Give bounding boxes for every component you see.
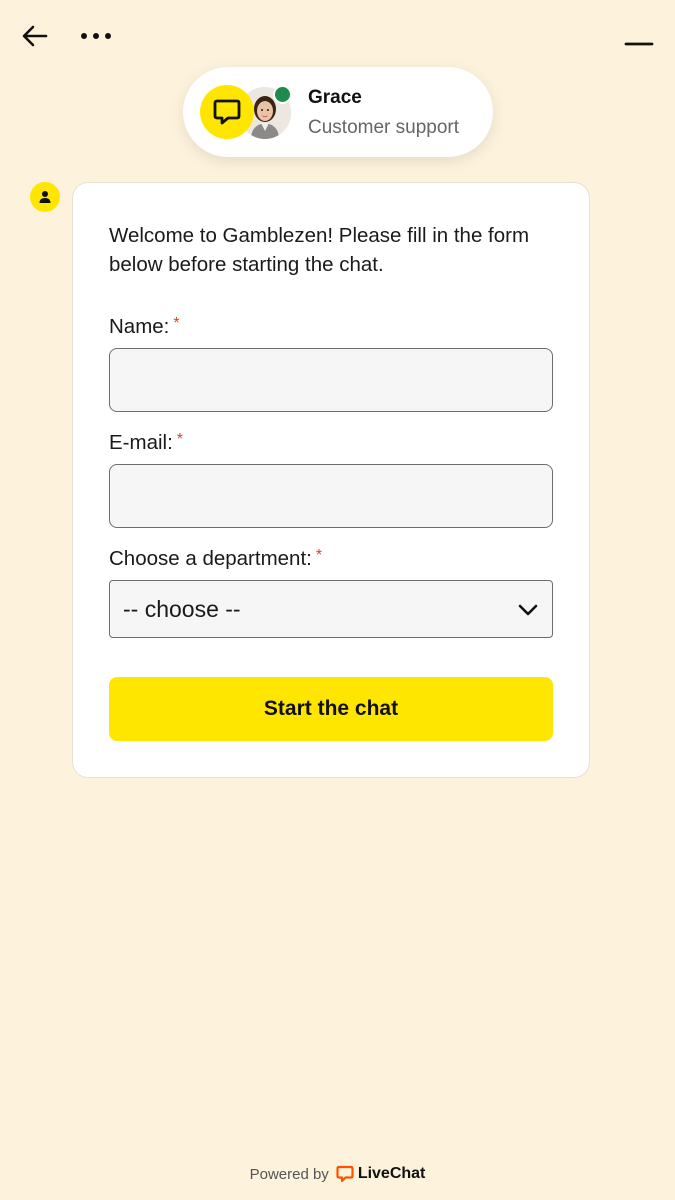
arrow-left-icon bbox=[22, 25, 48, 47]
email-label-text: E-mail: bbox=[109, 431, 173, 454]
email-label: E-mail: * bbox=[109, 431, 183, 455]
brand-badge bbox=[200, 85, 254, 139]
start-chat-button[interactable]: Start the chat bbox=[109, 677, 553, 741]
department-label-text: Choose a department: bbox=[109, 547, 312, 570]
livechat-logo-link[interactable]: LiveChat bbox=[336, 1165, 426, 1183]
welcome-message: Welcome to Gamblezen! Please fill in the… bbox=[109, 224, 530, 276]
prechat-form-card: Welcome to Gamblezen! Please fill in the… bbox=[72, 182, 590, 778]
minimize-icon bbox=[624, 42, 654, 46]
required-marker: * bbox=[173, 315, 180, 332]
back-button[interactable] bbox=[16, 18, 54, 54]
livechat-logo-icon bbox=[336, 1165, 354, 1183]
agent-name: Grace bbox=[308, 87, 362, 108]
bot-avatar bbox=[30, 182, 60, 212]
department-select-value: -- choose -- bbox=[123, 596, 241, 622]
powered-by-text: Powered by bbox=[249, 1165, 329, 1183]
agent-role: Customer support bbox=[308, 117, 460, 138]
user-icon bbox=[39, 191, 51, 203]
department-label: Choose a department: * bbox=[109, 547, 322, 571]
chat-bubble-icon bbox=[213, 99, 241, 125]
powered-by-footer: Powered by LiveChat bbox=[0, 1160, 675, 1188]
name-label: Name: * bbox=[109, 315, 180, 339]
name-label-text: Name: bbox=[109, 315, 170, 338]
required-marker: * bbox=[176, 431, 184, 448]
more-options-button[interactable] bbox=[76, 18, 116, 54]
minimize-button[interactable] bbox=[618, 28, 660, 60]
agent-info-card: Grace Customer support bbox=[183, 67, 493, 157]
department-select[interactable]: -- choose -- bbox=[109, 580, 553, 638]
online-status-dot bbox=[273, 85, 292, 104]
more-horizontal-icon bbox=[81, 33, 111, 39]
chevron-down-icon bbox=[518, 604, 538, 616]
livechat-brand-name: LiveChat bbox=[357, 1165, 426, 1182]
email-input[interactable] bbox=[109, 464, 553, 528]
name-input[interactable] bbox=[109, 348, 553, 412]
required-marker: * bbox=[315, 547, 323, 564]
